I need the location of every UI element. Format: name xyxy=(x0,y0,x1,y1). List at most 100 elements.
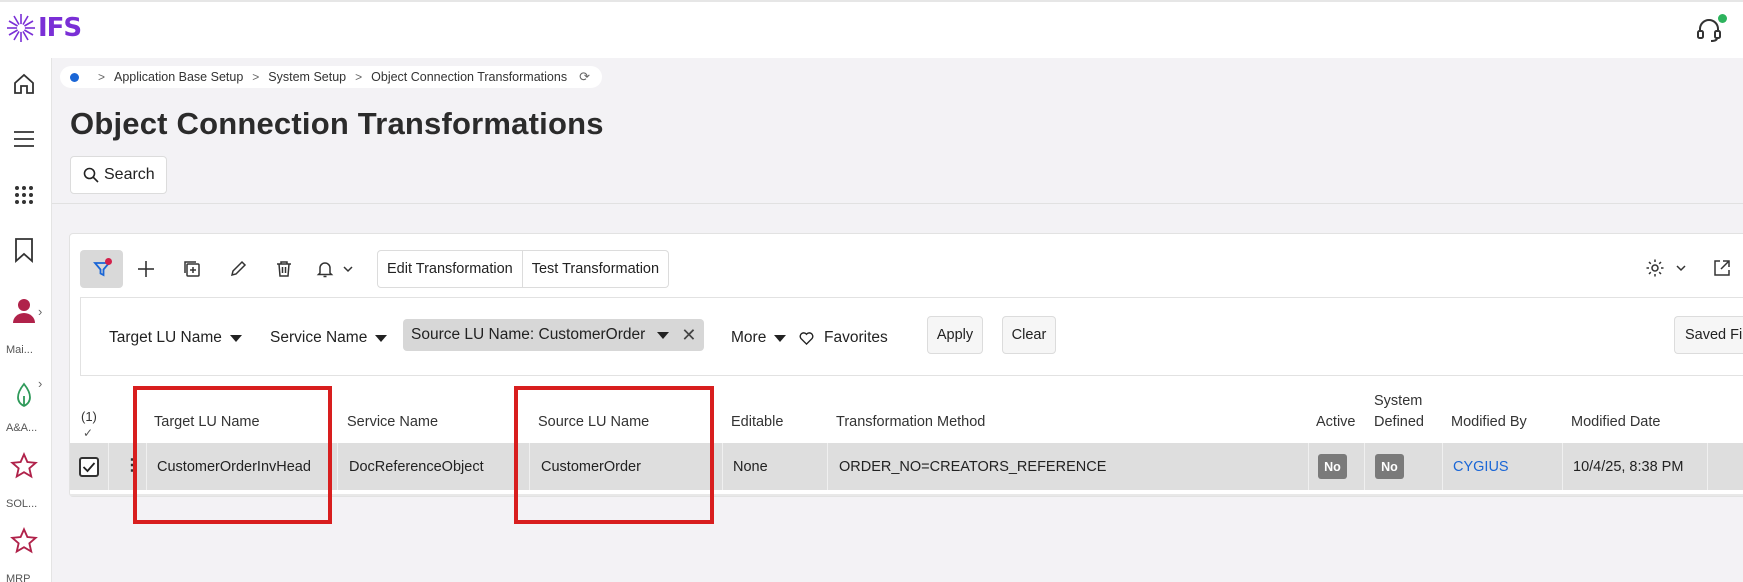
chevron-right-icon: > xyxy=(252,70,260,84)
trash-icon xyxy=(277,261,291,277)
cell-modified-date: 10/4/25, 8:38 PM xyxy=(1573,459,1684,475)
column-header-modified-date[interactable]: Modified Date xyxy=(1571,414,1660,430)
selection-count: (1) xyxy=(81,409,97,424)
sidebar-label-aa: A&A... xyxy=(6,422,38,434)
column-header-active[interactable]: Active xyxy=(1316,414,1356,430)
search-button[interactable]: Search xyxy=(70,156,167,194)
caret-down-icon xyxy=(229,334,242,342)
caret-down-icon xyxy=(375,334,388,342)
edit-button[interactable] xyxy=(215,250,261,288)
check-icon xyxy=(82,462,96,473)
service-name-filter[interactable]: Service Name xyxy=(270,323,388,353)
header-divider xyxy=(52,203,1743,204)
column-header-transformation-method[interactable]: Transformation Method xyxy=(836,414,985,430)
sidebar-label-main: Mai... xyxy=(6,344,33,356)
duplicate-button[interactable] xyxy=(169,250,215,288)
delete-button[interactable] xyxy=(261,250,307,288)
clear-filter-button[interactable]: Clear xyxy=(1002,316,1056,354)
cell-divider xyxy=(337,443,338,490)
add-button[interactable] xyxy=(123,250,169,288)
chevron-right-icon[interactable]: › xyxy=(38,304,42,319)
saved-filters-button[interactable]: Saved Fil xyxy=(1674,316,1743,354)
chevron-right-icon: > xyxy=(98,70,106,84)
sidebar-label-mrp: MRP xyxy=(6,573,31,582)
breadcrumb-application-base-setup[interactable]: Application Base Setup xyxy=(114,70,243,84)
apps-grid-icon[interactable] xyxy=(10,181,38,209)
source-lu-name-filter-chip[interactable]: Source LU Name: CustomerOrder ✕ xyxy=(403,319,705,351)
more-filters-label: More xyxy=(731,329,767,346)
cell-divider xyxy=(1308,443,1309,490)
home-icon[interactable] xyxy=(10,70,38,98)
cell-divider xyxy=(1562,443,1563,490)
ifs-logo[interactable]: IFS xyxy=(6,13,82,43)
page-title: Object Connection Transformations xyxy=(70,106,604,141)
source-lu-name-filter-label: Source LU Name: CustomerOrder xyxy=(411,326,646,343)
bell-icon xyxy=(316,262,334,278)
cell-divider xyxy=(827,443,828,490)
cell-divider xyxy=(1707,443,1708,490)
test-transformation-button[interactable]: Test Transformation xyxy=(522,250,670,288)
edit-transformation-button[interactable]: Edit Transformation xyxy=(377,250,523,288)
menu-icon[interactable] xyxy=(10,125,38,153)
cell-transformation-method: ORDER_NO=CREATORS_REFERENCE xyxy=(839,459,1107,475)
favorites-label: Favorites xyxy=(824,329,888,346)
chevron-down-icon xyxy=(1676,265,1686,272)
apply-filter-button[interactable]: Apply xyxy=(927,316,983,354)
cell-divider xyxy=(108,443,109,490)
chevron-right-icon[interactable]: › xyxy=(38,376,42,391)
export-button[interactable] xyxy=(1712,258,1732,278)
cell-divider xyxy=(1364,443,1365,490)
command-toolbar: Edit Transformation Test Transformation xyxy=(80,249,670,289)
highlight-box-target-lu xyxy=(133,386,332,524)
sidebar: › Mai... › A&A... SOL... MRP xyxy=(0,58,52,582)
checkmark-icon[interactable]: ✓ xyxy=(83,426,93,440)
column-header-service-name[interactable]: Service Name xyxy=(347,414,438,430)
star-icon[interactable] xyxy=(10,452,38,480)
cell-divider xyxy=(1442,443,1443,490)
cell-service-name: DocReferenceObject xyxy=(349,459,484,475)
cell-editable: None xyxy=(733,459,768,475)
sidebar-label-sol: SOL... xyxy=(6,498,38,510)
breadcrumb: > Application Base Setup > System Setup … xyxy=(60,66,602,88)
filter-toggle-button[interactable] xyxy=(80,250,123,288)
notifications-menu-button[interactable] xyxy=(307,250,363,288)
status-badge-system-defined: No xyxy=(1375,454,1404,479)
column-header-modified-by[interactable]: Modified By xyxy=(1451,414,1527,430)
column-header-editable[interactable]: Editable xyxy=(731,414,783,430)
breadcrumb-system-setup[interactable]: System Setup xyxy=(268,70,346,84)
settings-menu-button[interactable] xyxy=(1645,258,1687,278)
caret-down-icon[interactable] xyxy=(657,331,670,339)
online-status-dot xyxy=(1718,14,1727,23)
chevron-down-icon xyxy=(343,266,353,273)
service-name-filter-label: Service Name xyxy=(270,329,368,346)
caret-down-icon xyxy=(774,334,787,342)
close-icon[interactable]: ✕ xyxy=(681,325,696,346)
leaf-icon[interactable] xyxy=(10,381,38,409)
filter-active-dot xyxy=(105,258,112,265)
more-filters-button[interactable]: More xyxy=(731,323,787,353)
duplicate-icon xyxy=(184,261,200,277)
top-bar: IFS xyxy=(0,0,1743,58)
logo-text: IFS xyxy=(38,13,82,43)
search-icon xyxy=(83,167,99,183)
target-lu-name-filter[interactable]: Target LU Name xyxy=(109,323,242,353)
chevron-right-icon: > xyxy=(355,70,363,84)
refresh-icon[interactable]: ⟳ xyxy=(579,69,590,85)
plus-icon xyxy=(138,261,154,277)
ifs-logo-icon xyxy=(7,14,35,42)
support-headset-icon[interactable] xyxy=(1695,14,1727,46)
column-header-system-defined-line1[interactable]: System xyxy=(1374,393,1422,409)
breadcrumb-home-dot[interactable] xyxy=(70,72,79,82)
search-button-label: Search xyxy=(104,166,155,183)
status-badge-active: No xyxy=(1318,454,1347,479)
pencil-icon xyxy=(230,260,247,277)
star-icon[interactable] xyxy=(10,527,38,555)
person-icon[interactable] xyxy=(10,296,38,324)
row-checkbox[interactable] xyxy=(79,457,99,477)
bookmark-icon[interactable] xyxy=(10,236,38,264)
cell-modified-by-link[interactable]: CYGIUS xyxy=(1453,459,1509,475)
gear-icon xyxy=(1646,259,1664,277)
target-lu-name-filter-label: Target LU Name xyxy=(109,329,222,346)
favorites-button[interactable]: Favorites xyxy=(799,323,888,353)
column-header-system-defined-line2[interactable]: Defined xyxy=(1374,414,1424,430)
